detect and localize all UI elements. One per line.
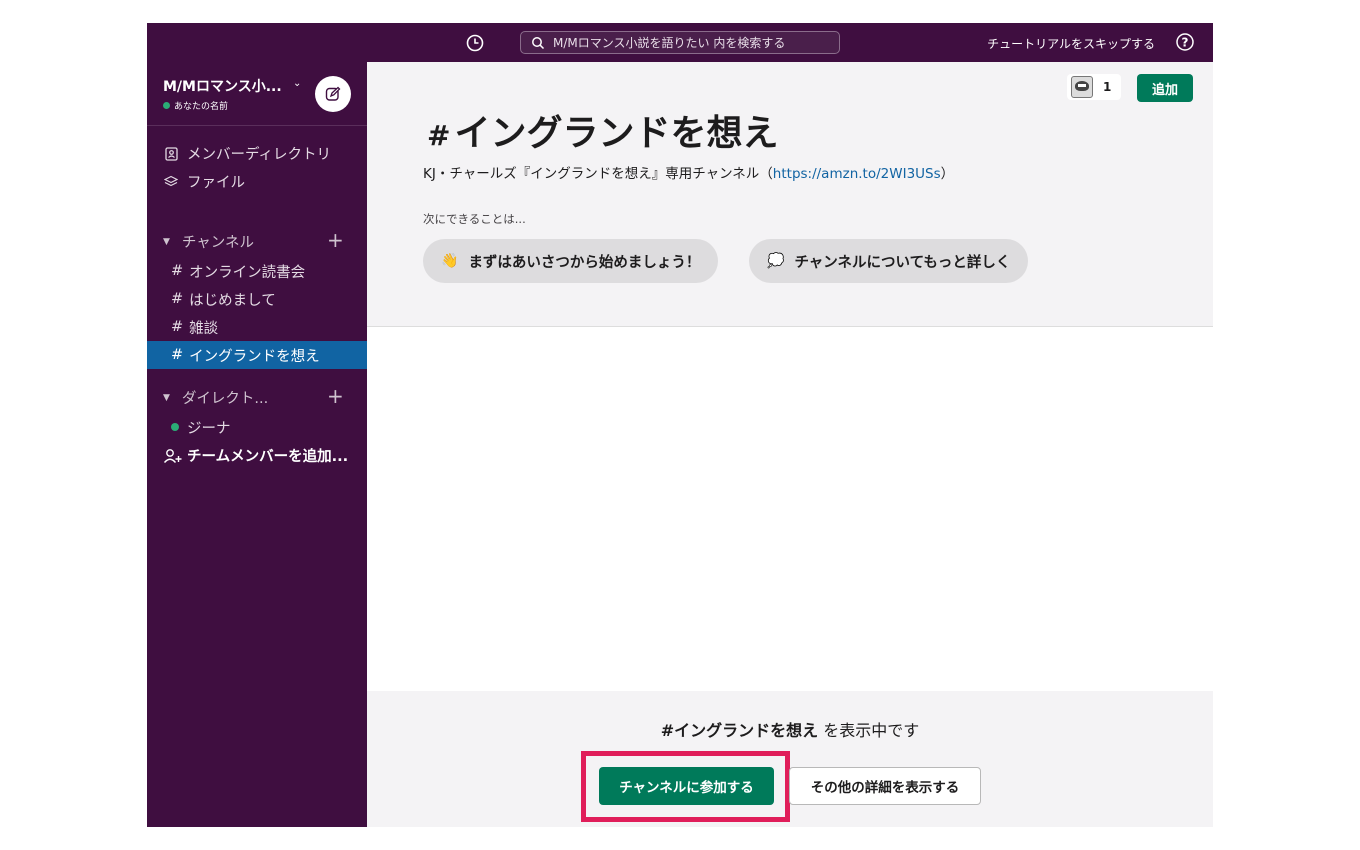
hash-icon: # — [171, 263, 184, 279]
dm-section-header[interactable]: ▼ ダイレクト... — [163, 387, 268, 408]
nav-label: メンバーディレクトリ — [187, 147, 331, 163]
chevron-down-icon[interactable]: ⌄ — [293, 78, 301, 89]
add-member-label: チームメンバーを追加... — [187, 449, 349, 465]
member-directory-icon — [163, 146, 179, 161]
join-channel-footer: #イングランドを想え を表示中です チャンネルに参加する その他の詳細を表示する — [367, 691, 1213, 827]
workspace-name[interactable]: M/Mロマンス小... — [163, 76, 282, 96]
greeting-suggestion-button[interactable]: 👋 まずはあいさつから始めましょう！ — [423, 239, 719, 283]
svg-text:?: ? — [1182, 36, 1189, 50]
thought-bubble-icon: 💭 — [767, 253, 785, 269]
workspace-header[interactable]: M/Mロマンス小... ⌄ あなたの名前 — [147, 62, 367, 126]
sidebar-item-channel[interactable]: # 雑談 — [147, 313, 367, 341]
title-text: イングランドを想え — [454, 113, 779, 154]
presence-dot-icon — [171, 423, 179, 431]
hash-icon: # — [171, 291, 184, 307]
title-hash: # — [427, 119, 451, 152]
channels-section-header[interactable]: ▼ チャンネル — [163, 231, 254, 252]
add-team-member-button[interactable]: チームメンバーを追加... — [163, 445, 348, 466]
channel-main: 1 追加 # イングランドを想え KJ・チャールズ『イングランドを想え』専用チャ… — [367, 62, 1213, 827]
channel-header: 1 追加 # イングランドを想え KJ・チャールズ『イングランドを想え』専用チャ… — [367, 62, 1213, 327]
suggestion-label: チャンネルについてもっと詳しく — [794, 254, 1011, 271]
caret-down-icon: ▼ — [163, 392, 170, 403]
nav-label: ファイル — [187, 175, 245, 191]
channel-description: KJ・チャールズ『イングランドを想え』専用チャンネル（https://amzn.… — [423, 162, 954, 182]
slack-window: M/Mロマンス小説を語りたい 内を検索する チュートリアルをスキップする ? M… — [147, 23, 1213, 827]
viewing-suffix: を表示中です — [818, 721, 920, 740]
channel-name: オンライン読書会 — [189, 264, 306, 281]
join-channel-button[interactable]: チャンネルに参加する — [599, 767, 774, 805]
suggestion-label: まずはあいさつから始めましょう！ — [468, 254, 701, 271]
caret-down-icon: ▼ — [163, 236, 170, 247]
channel-title: # イングランドを想え — [427, 104, 778, 156]
member-count: 1 — [1103, 80, 1112, 94]
help-icon[interactable]: ? — [1175, 32, 1195, 52]
compose-button[interactable] — [315, 76, 351, 112]
learn-more-suggestion-button[interactable]: 💭 チャンネルについてもっと詳しく — [749, 239, 1029, 283]
layers-icon — [163, 175, 179, 189]
section-label: ダイレクト... — [181, 391, 269, 407]
add-people-button[interactable]: 追加 — [1137, 74, 1193, 102]
add-channel-icon[interactable]: + — [327, 230, 344, 250]
search-icon — [532, 36, 545, 49]
search-placeholder: M/Mロマンス小説を語りたい 内を検索する — [553, 36, 786, 50]
channel-name: 雑談 — [189, 320, 219, 337]
history-icon[interactable] — [465, 33, 485, 53]
description-text: KJ・チャールズ『イングランドを想え』専用チャンネル（ — [423, 166, 773, 182]
channel-name: はじめまして — [189, 292, 276, 309]
search-bar[interactable]: M/Mロマンス小説を語りたい 内を検索する — [520, 31, 840, 54]
viewing-channel-name: #イングランドを想え — [660, 721, 819, 740]
member-count-button[interactable]: 1 — [1067, 74, 1121, 100]
channel-name: イングランドを想え — [189, 348, 320, 365]
hash-icon: # — [171, 319, 184, 335]
sidebar-item-dm[interactable]: ジーナ — [147, 413, 367, 441]
nav-files[interactable]: ファイル — [163, 171, 245, 192]
avatar — [1071, 76, 1093, 98]
sidebar-item-channel-active[interactable]: # イングランドを想え — [147, 341, 367, 369]
sidebar-item-channel[interactable]: # オンライン読書会 — [147, 257, 367, 285]
presence-dot-icon — [163, 102, 170, 109]
viewing-status: #イングランドを想え を表示中です — [367, 717, 1213, 741]
nav-member-directory[interactable]: メンバーディレクトリ — [163, 143, 331, 164]
skip-tutorial-link[interactable]: チュートリアルをスキップする — [987, 35, 1155, 52]
waving-hand-icon: 👋 — [441, 253, 459, 269]
compose-icon — [325, 86, 341, 101]
description-link[interactable]: https://amzn.to/2WI3USs — [773, 166, 941, 182]
hash-icon: # — [171, 347, 184, 363]
description-close: ） — [940, 166, 955, 182]
top-bar: M/Mロマンス小説を語りたい 内を検索する チュートリアルをスキップする ? — [147, 23, 1213, 62]
section-label: チャンネル — [181, 235, 254, 251]
dm-name: ジーナ — [187, 420, 231, 437]
add-dm-icon[interactable]: + — [327, 386, 344, 406]
show-details-button[interactable]: その他の詳細を表示する — [789, 767, 981, 805]
sidebar: M/Mロマンス小... ⌄ あなたの名前 メンバーディレクトリ ファイル ▼ チ… — [147, 62, 367, 827]
sidebar-item-channel[interactable]: # はじめまして — [147, 285, 367, 313]
next-steps-label: 次にできることは... — [423, 212, 526, 226]
user-status: あなたの名前 — [163, 99, 228, 112]
user-name: あなたの名前 — [174, 102, 229, 112]
add-person-icon — [163, 448, 182, 463]
